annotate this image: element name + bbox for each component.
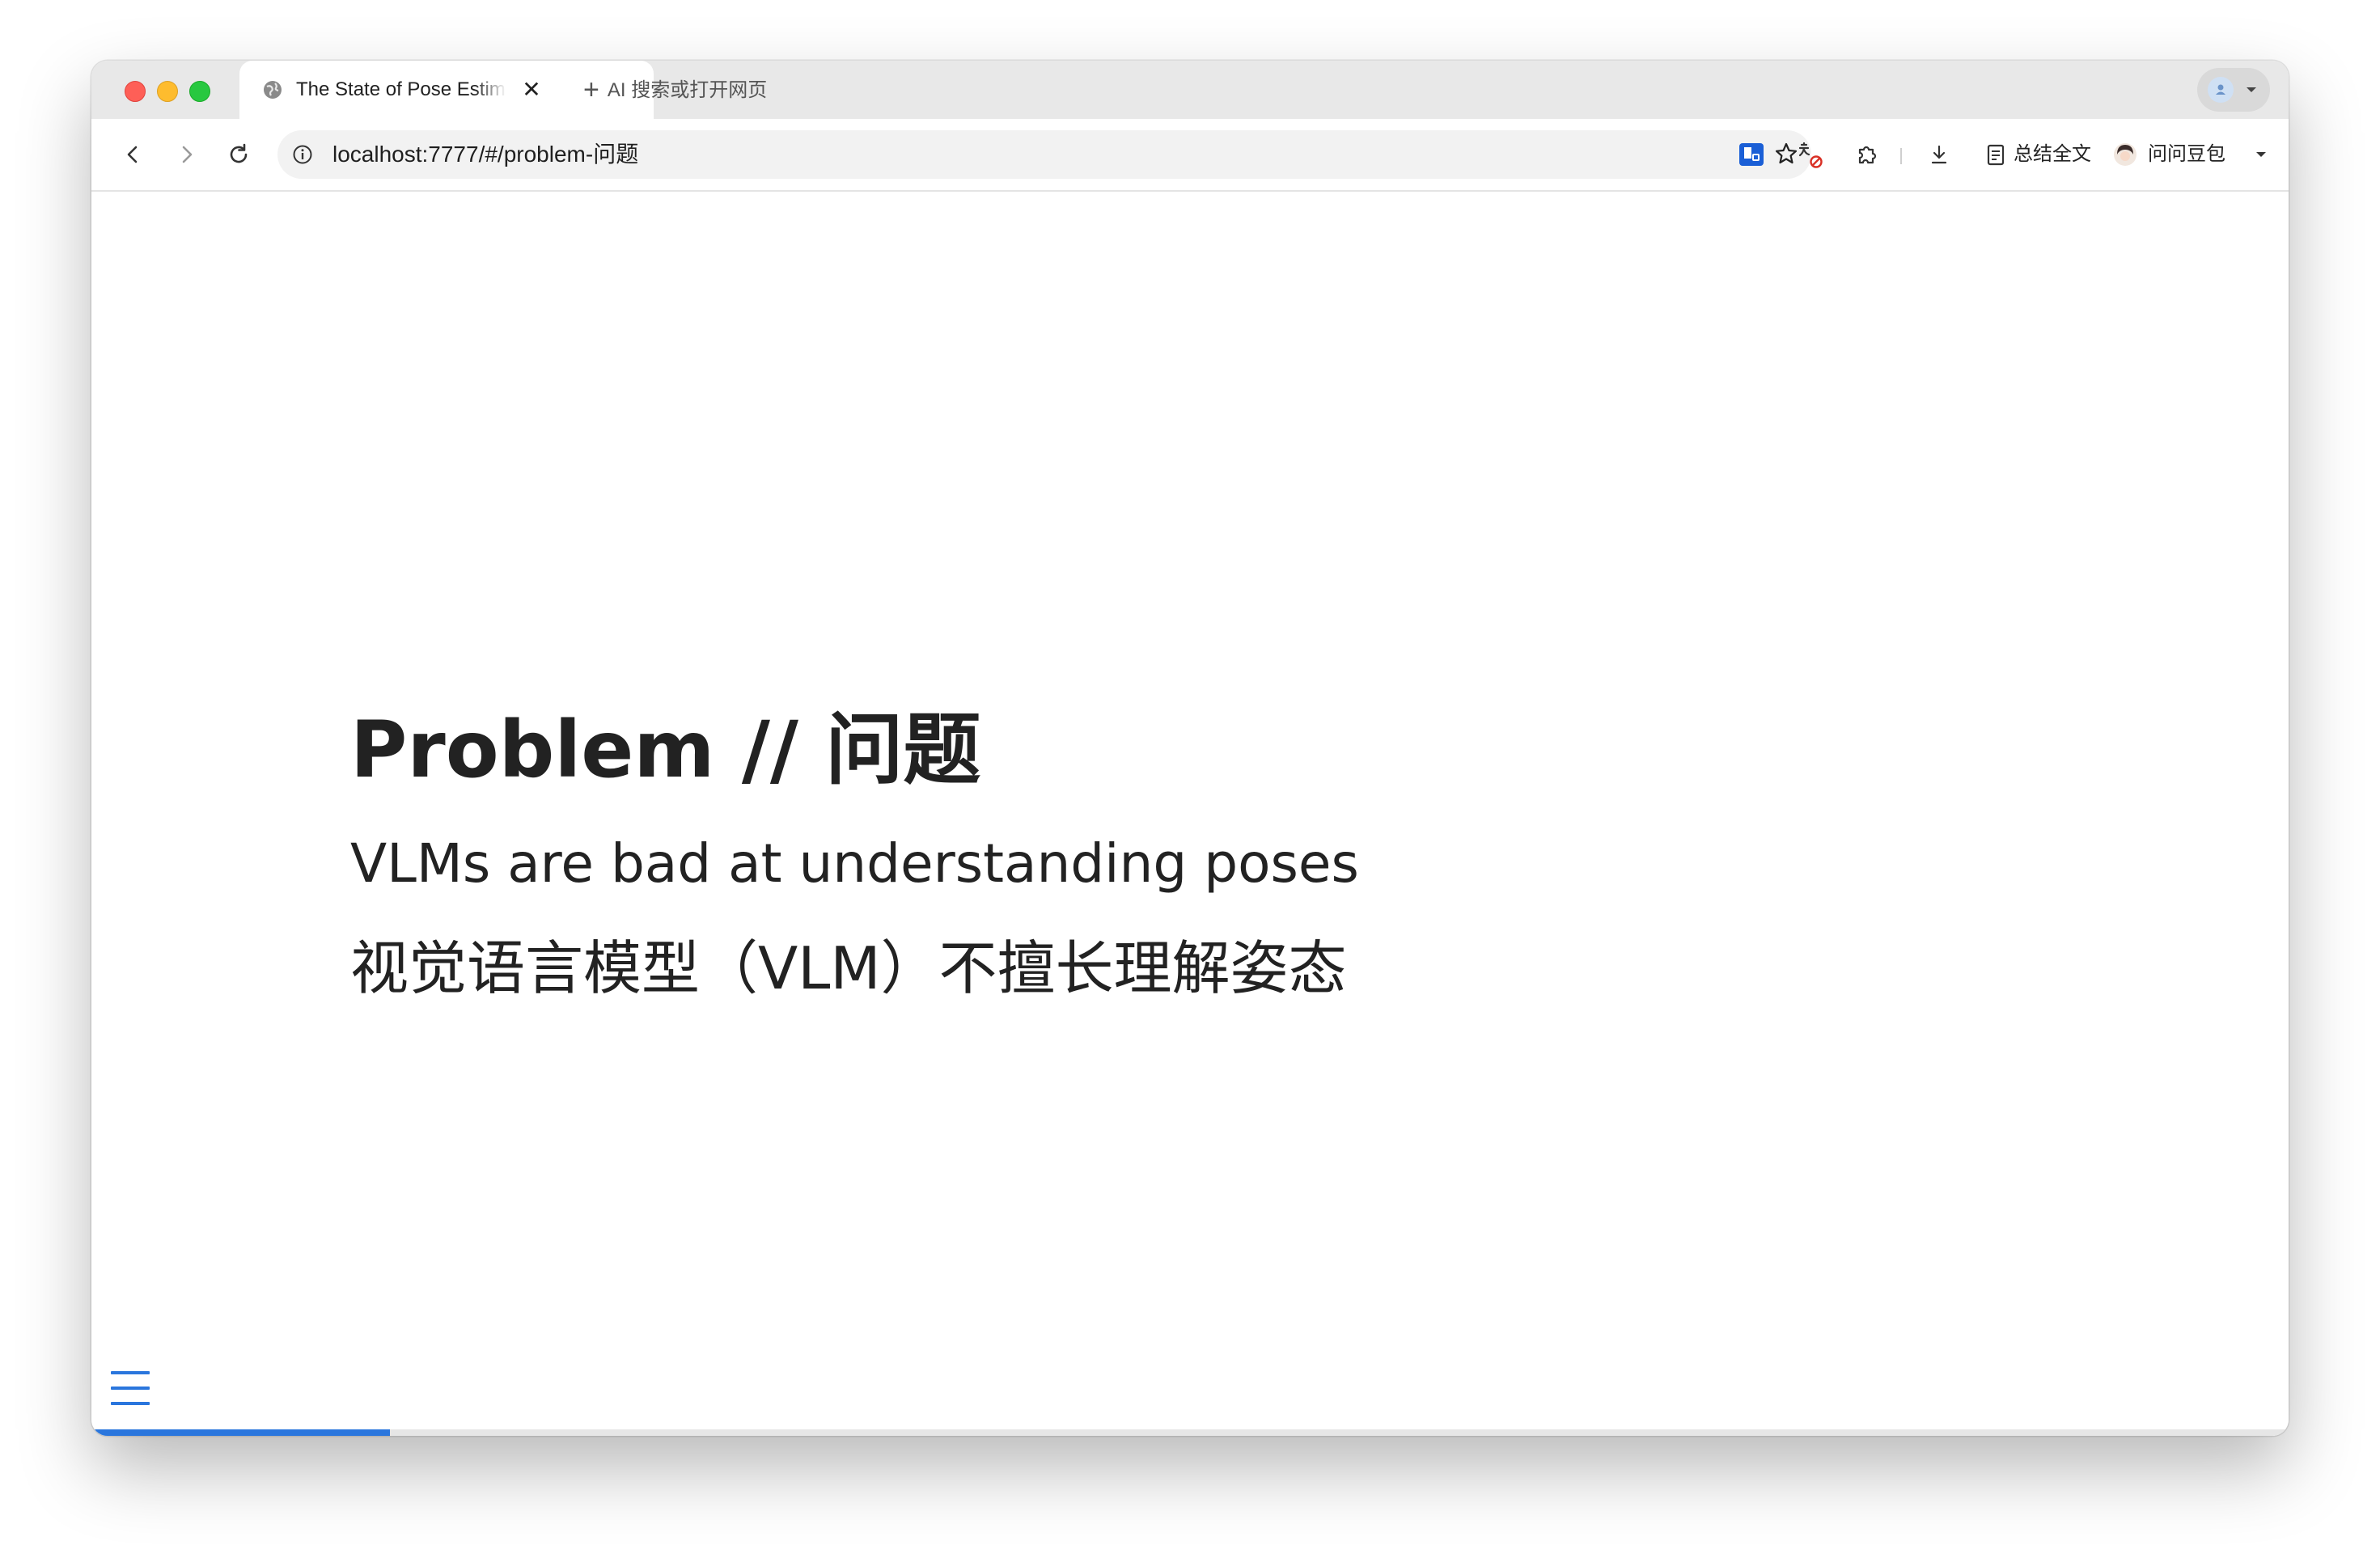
doubao-avatar-icon[interactable] [2111, 140, 2140, 169]
back-icon[interactable] [116, 137, 151, 172]
profile-avatar-icon [2208, 77, 2234, 103]
close-window-button[interactable] [125, 81, 146, 102]
toolbar-divider [1900, 148, 1902, 164]
hamburger-menu-icon[interactable] [109, 1370, 151, 1407]
password-manager-icon[interactable] [1737, 140, 1766, 169]
reload-icon[interactable] [221, 137, 256, 172]
forward-icon[interactable] [168, 137, 204, 172]
slide-subtitle-en: VLMs are bad at understanding poses [350, 832, 1359, 895]
tab-bar: The State of Pose Estimation ✕ + AI 搜索或打开… [91, 61, 2289, 119]
close-tab-icon[interactable]: ✕ [519, 77, 544, 103]
address-bar[interactable]: localhost:7777/#/problem-问题 [277, 130, 1811, 179]
toolbar: localhost:7777/#/problem-问题 总结全文 问问豆包 [91, 119, 2289, 192]
slide-subtitle-cn: 视觉语言模型（VLM）不擅长理解姿态 [350, 934, 1347, 1002]
translate-icon[interactable] [1795, 140, 1824, 169]
chevron-down-icon [2247, 87, 2256, 92]
doubao-button[interactable]: 问问豆包 [2148, 140, 2225, 169]
new-tab-button[interactable]: + AI 搜索或打开网页 [583, 74, 768, 105]
profile-menu-button[interactable] [2197, 68, 2270, 112]
progress-bar-fill [91, 1429, 391, 1436]
globe-icon [264, 81, 282, 99]
progress-bar [91, 1429, 2289, 1436]
minimize-window-button[interactable] [157, 81, 178, 102]
url-text: localhost:7777/#/problem-问题 [332, 142, 639, 167]
summary-button[interactable]: 总结全文 [2014, 140, 2091, 169]
site-info-icon[interactable] [292, 144, 313, 165]
extensions-puzzle-icon[interactable] [1852, 140, 1881, 169]
slide-viewport: Problem // 问题 VLMs are bad at understand… [91, 192, 2289, 1436]
browser-window: The State of Pose Estimation ✕ + AI 搜索或打开… [91, 61, 2289, 1436]
summary-doc-icon[interactable] [1981, 140, 2010, 169]
zoom-window-button[interactable] [189, 81, 210, 102]
chevron-down-icon[interactable] [2247, 140, 2276, 169]
slide-title: Problem // 问题 [350, 705, 981, 795]
tab-title: The State of Pose Estimation [296, 78, 506, 100]
plus-icon: + [583, 74, 599, 105]
download-icon[interactable] [1925, 140, 1954, 169]
new-tab-label: AI 搜索或打开网页 [607, 79, 768, 101]
